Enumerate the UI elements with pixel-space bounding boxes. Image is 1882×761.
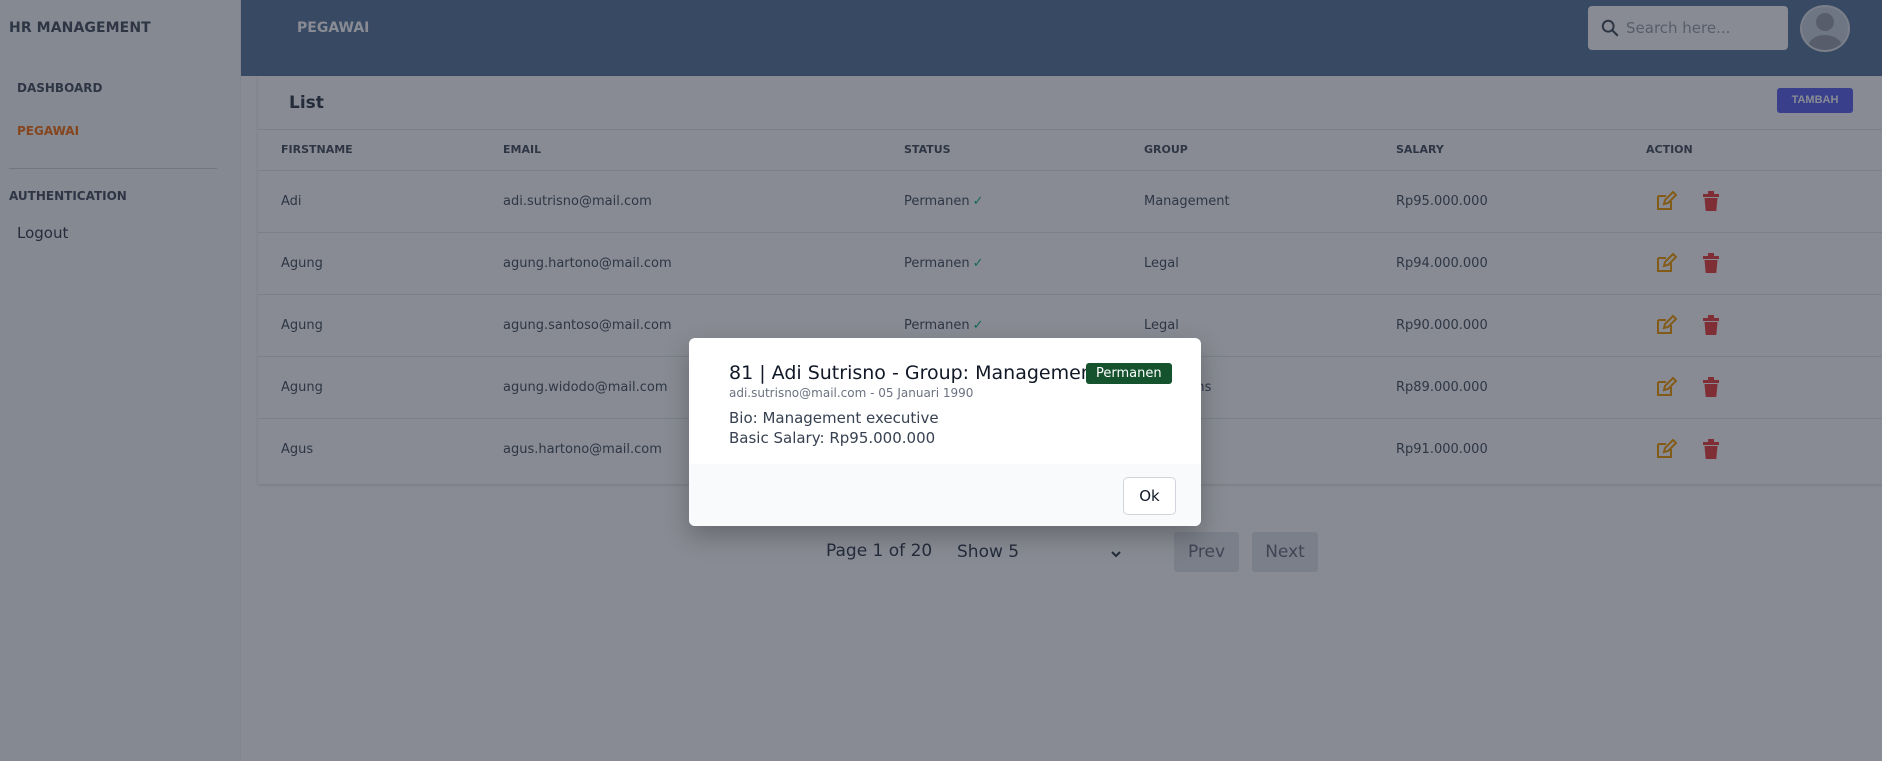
employee-detail-modal: 81 | Adi Sutrisno - Group: Management Pe… — [689, 338, 1201, 526]
modal-title: 81 | Adi Sutrisno - Group: Management — [729, 362, 1101, 384]
modal-subtitle: adi.sutrisno@mail.com - 05 Januari 1990 — [729, 386, 974, 400]
modal-salary: Basic Salary: Rp95.000.000 — [729, 429, 936, 447]
status-badge: Permanen — [1086, 363, 1172, 384]
modal-bio: Bio: Management executive — [729, 409, 939, 427]
ok-button[interactable]: Ok — [1123, 477, 1176, 515]
